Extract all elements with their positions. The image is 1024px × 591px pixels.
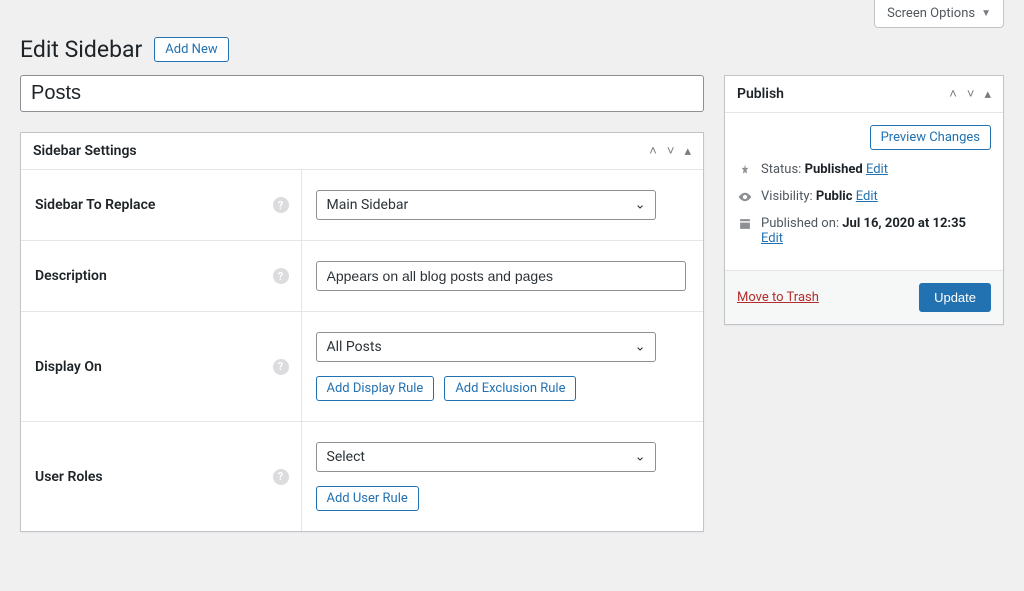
collapse-icon[interactable]: ▴ xyxy=(684,144,691,159)
status-edit-link[interactable]: Edit xyxy=(866,162,888,177)
screen-options-toggle[interactable]: Screen Options ▼ xyxy=(874,0,1004,28)
row-label-sidebar-replace: Sidebar To Replace xyxy=(35,197,155,213)
move-down-icon[interactable]: ˅ xyxy=(667,143,675,159)
move-to-trash-link[interactable]: Move to Trash xyxy=(737,290,819,305)
published-value: Jul 16, 2020 at 12:35 xyxy=(842,216,966,231)
publish-title: Publish xyxy=(737,86,784,102)
page-title: Edit Sidebar xyxy=(20,36,142,63)
visibility-value: Public xyxy=(816,189,853,204)
eye-icon xyxy=(737,189,753,204)
visibility-label: Visibility: xyxy=(761,189,813,204)
sidebar-settings-panel: Sidebar Settings ˄ ˅ ▴ Sidebar To Replac… xyxy=(20,132,704,532)
preview-changes-button[interactable]: Preview Changes xyxy=(870,125,991,150)
update-button[interactable]: Update xyxy=(919,283,991,312)
help-icon[interactable]: ? xyxy=(273,359,289,375)
calendar-icon xyxy=(737,216,753,231)
move-down-icon[interactable]: ˅ xyxy=(967,86,975,102)
status-label: Status: xyxy=(761,162,801,177)
pin-icon xyxy=(737,162,753,177)
screen-options-label: Screen Options xyxy=(887,6,975,21)
help-icon[interactable]: ? xyxy=(273,197,289,213)
status-value: Published xyxy=(805,162,863,177)
title-input[interactable] xyxy=(20,75,704,112)
publish-panel: Publish ˄ ˅ ▴ Preview Changes Status: xyxy=(724,75,1004,325)
published-label: Published on: xyxy=(761,216,839,231)
row-label-display-on: Display On xyxy=(35,359,102,375)
row-label-description: Description xyxy=(35,268,107,284)
user-roles-select[interactable]: Select xyxy=(316,442,656,472)
move-up-icon[interactable]: ˄ xyxy=(649,143,657,159)
caret-down-icon: ▼ xyxy=(981,8,991,19)
collapse-icon[interactable]: ▴ xyxy=(984,87,991,102)
help-icon[interactable]: ? xyxy=(273,469,289,485)
panel-title: Sidebar Settings xyxy=(33,143,137,159)
display-on-select[interactable]: All Posts xyxy=(316,332,656,362)
help-icon[interactable]: ? xyxy=(273,268,289,284)
move-up-icon[interactable]: ˄ xyxy=(949,86,957,102)
sidebar-to-replace-select[interactable]: Main Sidebar xyxy=(316,190,656,220)
visibility-edit-link[interactable]: Edit xyxy=(856,189,878,204)
published-edit-link[interactable]: Edit xyxy=(761,231,783,246)
row-label-user-roles: User Roles xyxy=(35,469,103,485)
add-new-button[interactable]: Add New xyxy=(154,37,228,62)
add-exclusion-rule-button[interactable]: Add Exclusion Rule xyxy=(444,376,576,401)
description-input[interactable] xyxy=(316,261,686,291)
add-display-rule-button[interactable]: Add Display Rule xyxy=(316,376,435,401)
add-user-rule-button[interactable]: Add User Rule xyxy=(316,486,419,511)
